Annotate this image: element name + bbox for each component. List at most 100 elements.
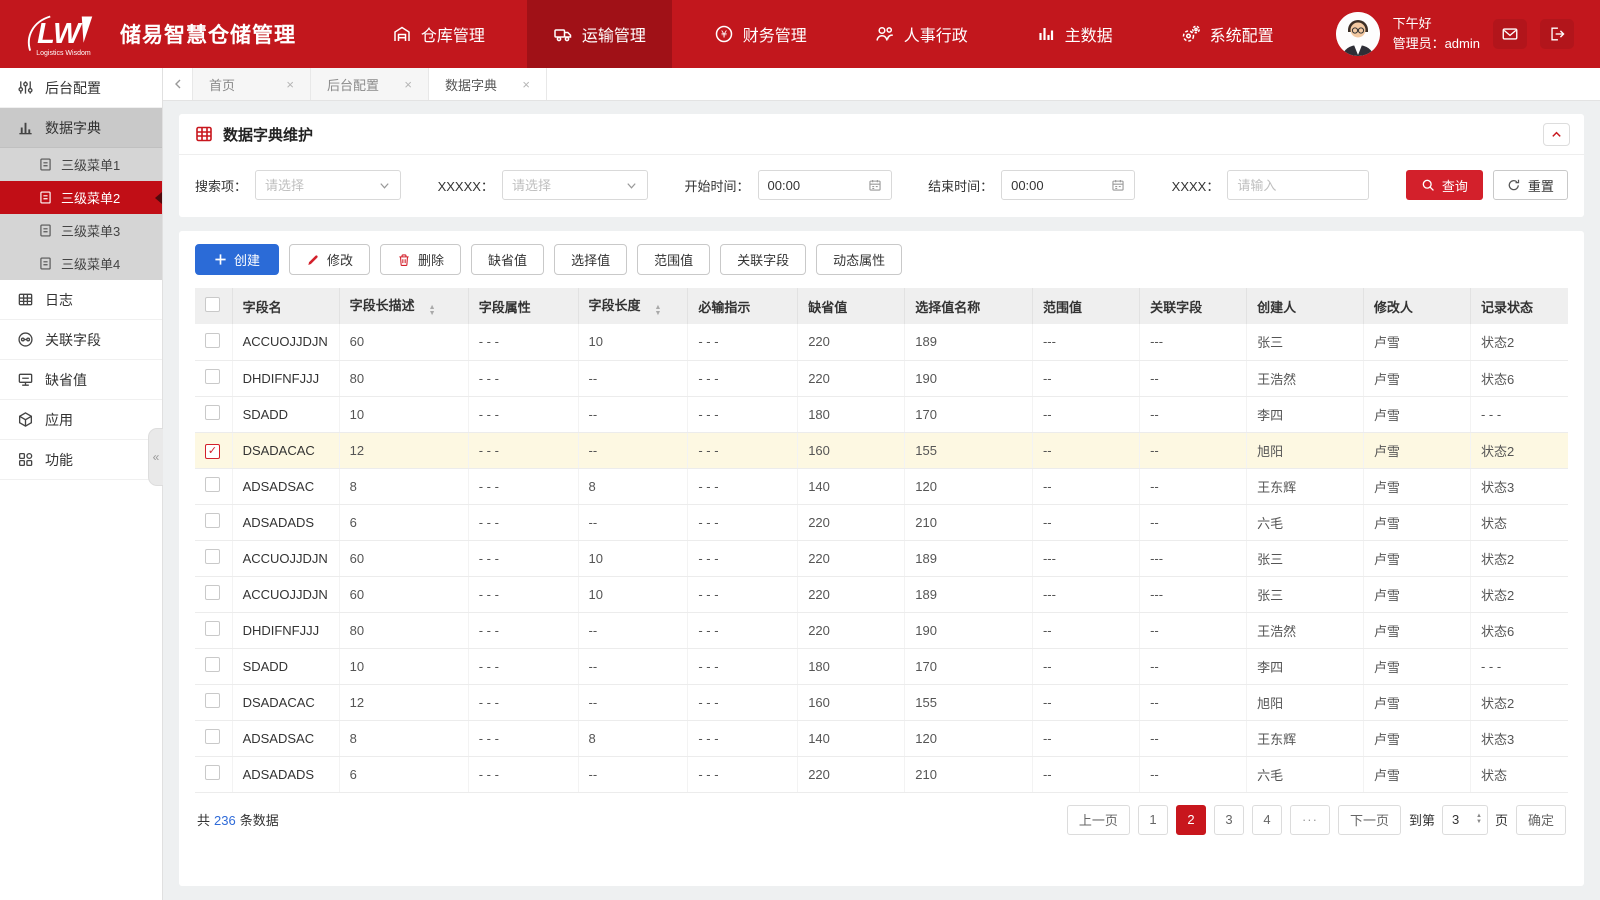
sidebar-item-default-values[interactable]: 缺省值 — [0, 360, 162, 400]
table-cell: - - - — [687, 468, 798, 505]
time-value[interactable] — [767, 177, 862, 193]
row-checkbox[interactable] — [205, 477, 220, 492]
sidebar-item-functions[interactable]: 功能 — [0, 440, 162, 480]
avatar[interactable] — [1335, 12, 1380, 56]
sidebar-item-logs[interactable]: 日志 — [0, 280, 162, 320]
row-checkbox[interactable]: ✓ — [205, 443, 220, 459]
jump-page-input[interactable]: ▲▼ — [1441, 804, 1488, 835]
row-checkbox[interactable] — [205, 765, 220, 780]
row-checkbox[interactable] — [205, 513, 220, 528]
related-field-button[interactable]: 关联字段 — [720, 244, 807, 275]
jump-value[interactable] — [1451, 812, 1468, 827]
time-value[interactable] — [1011, 177, 1106, 193]
sidebar-item-applications[interactable]: 应用 — [0, 400, 162, 440]
row-checkbox[interactable] — [205, 405, 220, 420]
sidebar-subitem-menu4[interactable]: 三级菜单4 — [0, 247, 162, 280]
default-value-button[interactable]: 缺省值 — [471, 244, 545, 275]
page-button-3[interactable]: 3 — [1213, 804, 1244, 835]
tab-bar: 首页 × 后台配置 × 数据字典 × — [163, 68, 1600, 101]
table-cell: --- — [1139, 576, 1247, 613]
table-cell: -- — [1139, 648, 1247, 685]
row-checkbox[interactable] — [205, 332, 220, 348]
row-checkbox[interactable] — [205, 621, 220, 636]
column-header[interactable]: 字段长度 ▲ ▼ — [577, 288, 688, 324]
table-cell: 状态2 — [1469, 684, 1568, 721]
xxxxx-select[interactable] — [501, 170, 648, 200]
prev-page-button[interactable]: 上一页 — [1066, 804, 1130, 835]
close-icon[interactable]: × — [286, 77, 294, 92]
delete-button[interactable]: 删除 — [380, 244, 462, 275]
sort-icon[interactable]: ▲ ▼ — [429, 304, 436, 317]
row-checkbox[interactable] — [205, 729, 220, 744]
select-value-button[interactable]: 选择值 — [554, 244, 628, 275]
table-cell: --- — [1139, 540, 1247, 577]
search-item-select[interactable] — [255, 170, 402, 200]
table-cell: -- — [577, 756, 688, 793]
greeting-text: 下午好 — [1392, 15, 1432, 31]
number-spinner[interactable]: ▲ ▼ — [1476, 813, 1482, 825]
nav-item-transport[interactable]: 运输管理 — [526, 0, 672, 68]
page-button-4[interactable]: 4 — [1251, 804, 1282, 835]
row-checkbox[interactable] — [205, 369, 220, 384]
nav-item-warehouse[interactable]: 仓库管理 — [366, 0, 511, 68]
sidebar-collapse-handle[interactable]: « — [148, 428, 163, 486]
sidebar-subitem-menu2[interactable]: 三级菜单2 — [0, 181, 162, 214]
table-cell: -- — [1139, 756, 1247, 793]
select-all-checkbox[interactable] — [205, 297, 220, 312]
sort-icon[interactable]: ▲ ▼ — [655, 304, 662, 317]
nav-item-master-data[interactable]: 主数据 — [1010, 0, 1139, 68]
dynamic-attr-button[interactable]: 动态属性 — [816, 244, 903, 275]
nav-item-finance[interactable]: ¥ 财务管理 — [688, 0, 833, 68]
range-value-button[interactable]: 范围值 — [637, 244, 711, 275]
page-button-2[interactable]: 2 — [1175, 804, 1206, 835]
next-page-button[interactable]: 下一页 — [1337, 804, 1401, 835]
select-value[interactable] — [511, 177, 619, 193]
table-cell: 8 — [577, 720, 688, 757]
tab-label: 首页 — [209, 77, 236, 93]
trash-icon — [397, 253, 411, 267]
start-time-input[interactable] — [757, 170, 892, 200]
edit-button[interactable]: 修改 — [289, 244, 371, 275]
mail-button[interactable] — [1493, 19, 1527, 49]
panel-collapse-button[interactable] — [1543, 123, 1570, 146]
query-button[interactable]: 查询 — [1405, 170, 1483, 200]
table-cell: 210 — [904, 756, 1033, 793]
logout-button[interactable] — [1540, 19, 1574, 49]
select-value[interactable] — [265, 177, 373, 193]
sidebar-subitem-menu3[interactable]: 三级菜单3 — [0, 214, 162, 247]
pagination-ellipsis[interactable]: ··· — [1289, 804, 1330, 835]
sidebar-item-related-fields[interactable]: 关联字段 — [0, 320, 162, 360]
confirm-button[interactable]: 确定 — [1515, 804, 1566, 835]
table-cell: -- — [1031, 612, 1140, 649]
people-icon — [875, 24, 895, 44]
nav-item-hr[interactable]: 人事行政 — [849, 0, 994, 68]
sidebar-item-backend-config[interactable]: 后台配置 — [0, 68, 162, 108]
table-row: ACCUOJJDJN 60- - -10- - -220 189 --- --- 张三 卢雪… — [195, 540, 1568, 577]
chevron-down-icon — [378, 179, 391, 192]
close-icon[interactable]: × — [522, 77, 530, 92]
row-checkbox[interactable] — [205, 549, 220, 564]
sidebar-item-label: 后台配置 — [45, 79, 101, 96]
create-button[interactable]: 创建 — [195, 244, 280, 275]
column-header[interactable]: 字段长描述 ▲ ▼ — [338, 288, 469, 324]
close-icon[interactable]: × — [404, 77, 412, 92]
table-cell: 卢雪 — [1362, 504, 1471, 541]
column-header: 关联字段 — [1139, 288, 1247, 324]
tab-data-dictionary[interactable]: 数据字典 × — [429, 68, 547, 100]
page-button-1[interactable]: 1 — [1137, 804, 1168, 835]
text-value[interactable] — [1237, 177, 1360, 193]
xxxx-input[interactable] — [1227, 170, 1370, 200]
end-time-input[interactable] — [1001, 170, 1136, 200]
row-checkbox[interactable] — [205, 585, 220, 600]
row-checkbox[interactable] — [205, 693, 220, 708]
sidebar-subitem-menu1[interactable]: 三级菜单1 — [0, 148, 162, 181]
row-checkbox[interactable] — [205, 657, 220, 672]
tabs-scroll-left-button[interactable] — [163, 68, 193, 100]
tab-home[interactable]: 首页 × — [193, 68, 311, 100]
link-icon — [17, 331, 34, 348]
reset-button[interactable]: 重置 — [1492, 170, 1568, 200]
tab-backend-config[interactable]: 后台配置 × — [311, 68, 429, 100]
nav-item-system-config[interactable]: 系统配置 — [1155, 0, 1300, 68]
sidebar-item-data-dictionary[interactable]: 数据字典 — [0, 108, 162, 148]
table-cell: - - - — [467, 540, 579, 577]
